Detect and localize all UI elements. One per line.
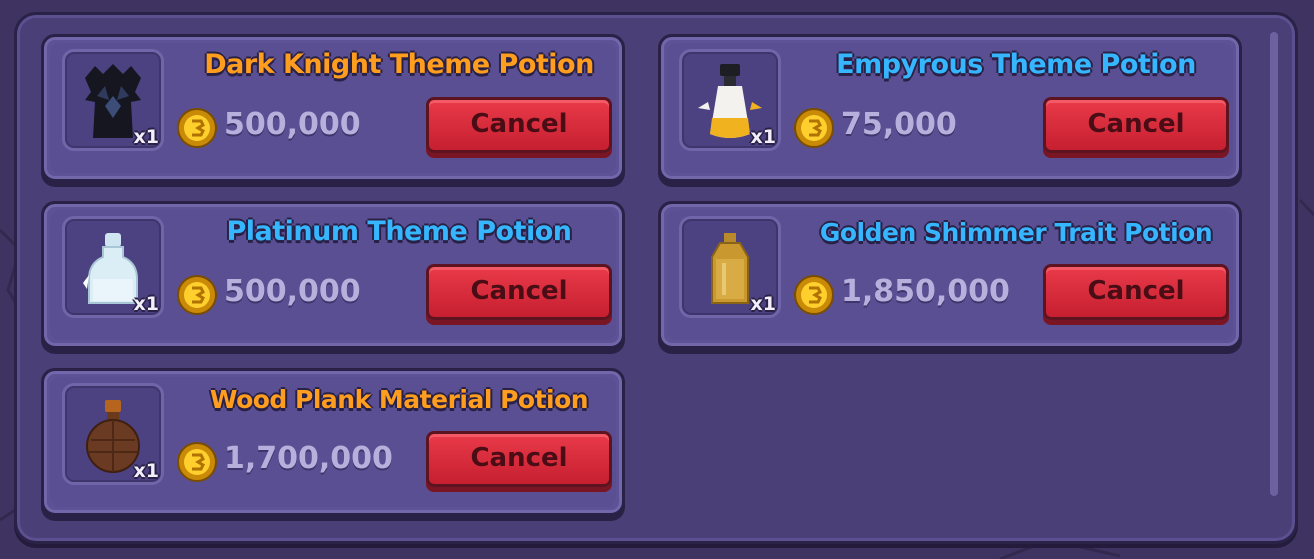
listing-card: x1 Platinum Theme Potion 500,000 Cancel <box>41 201 625 349</box>
cancel-button[interactable]: Cancel <box>426 431 612 487</box>
quantity-label: x1 <box>750 293 776 315</box>
gold-coin-icon <box>177 108 217 148</box>
quantity-label: x1 <box>133 293 159 315</box>
quantity-label: x1 <box>133 460 159 482</box>
gold-coin-icon <box>177 275 217 315</box>
item-title: Golden Shimmer Trait Potion <box>819 218 1213 247</box>
price-amount: 1,700,000 <box>224 441 393 476</box>
gold-coin-icon <box>177 442 217 482</box>
item-slot: x1 <box>62 216 164 318</box>
cancel-button[interactable]: Cancel <box>1043 264 1229 320</box>
item-title: Platinum Theme Potion <box>226 216 572 247</box>
listing-card: x1 Golden Shimmer Trait Potion 1,850,000… <box>658 201 1242 349</box>
item-slot: x1 <box>62 49 164 151</box>
listing-card: x1 Empyrous Theme Potion 75,000 Cancel <box>658 34 1242 182</box>
scrollbar[interactable] <box>1270 32 1278 496</box>
gold-coin-icon <box>794 275 834 315</box>
item-slot: x1 <box>679 49 781 151</box>
price-amount: 1,850,000 <box>841 274 1010 309</box>
price-amount: 75,000 <box>841 107 957 142</box>
quantity-label: x1 <box>133 126 159 148</box>
listing-card: x1 Dark Knight Theme Potion 500,000 Canc… <box>41 34 625 182</box>
cancel-button[interactable]: Cancel <box>426 264 612 320</box>
quantity-label: x1 <box>750 126 776 148</box>
item-slot: x1 <box>62 383 164 485</box>
cancel-button[interactable]: Cancel <box>426 97 612 153</box>
item-title: Dark Knight Theme Potion <box>204 49 594 80</box>
listing-card: x1 Wood Plank Material Potion 1,700,000 … <box>41 368 625 516</box>
price-amount: 500,000 <box>224 274 361 309</box>
cancel-button[interactable]: Cancel <box>1043 97 1229 153</box>
price-amount: 500,000 <box>224 107 361 142</box>
item-title: Empyrous Theme Potion <box>836 49 1196 80</box>
item-slot: x1 <box>679 216 781 318</box>
gold-coin-icon <box>794 108 834 148</box>
item-title: Wood Plank Material Potion <box>209 385 589 414</box>
